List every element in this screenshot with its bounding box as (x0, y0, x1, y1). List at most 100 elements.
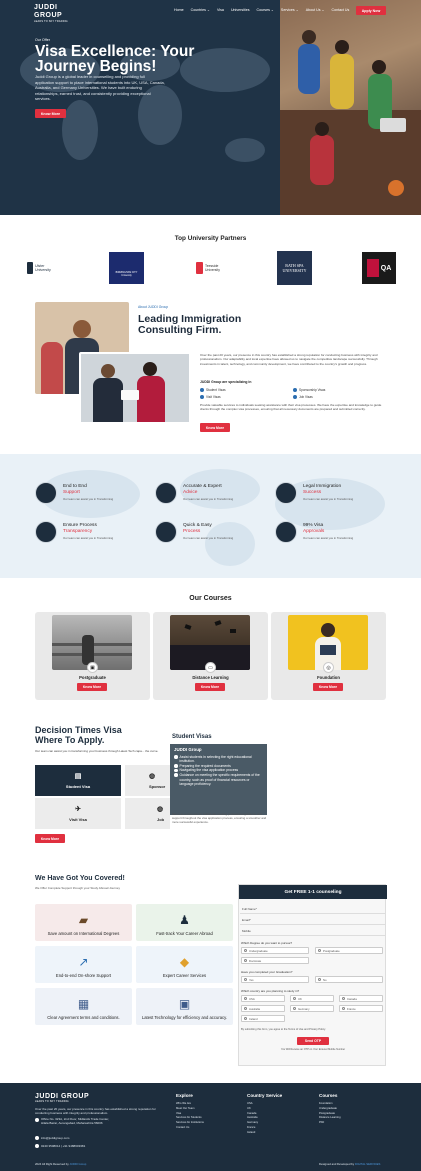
brand-logo[interactable]: JUDDI GROUP LEADS TO SKY TRADING (34, 4, 74, 23)
course-card-postgraduate[interactable]: ▣ Postgraduate Know More (35, 612, 150, 700)
brand-name: JUDDI GROUP (34, 4, 63, 19)
sponsor-visa-icon: ◍ (149, 773, 156, 780)
course-card-foundation[interactable]: ◎ Foundation Know More (271, 612, 386, 700)
passport-icon (35, 482, 57, 504)
chevron-down-icon: ⌄ (295, 8, 299, 12)
partner-logo-bathspa[interactable]: BATH SPA UNIVERSITY (277, 251, 312, 285)
copyright-brand-link[interactable]: JUDDI Group (70, 1162, 87, 1166)
footer-col-country: Country Service USA UK Canada Australia … (247, 1093, 282, 1136)
course-know-more-button[interactable]: Know More (77, 683, 107, 691)
visa-tile-job[interactable]: ◍ Job (125, 798, 170, 829)
immigration-icon (275, 482, 297, 504)
nav-item-countries[interactable]: Countries ⌄ (191, 8, 210, 12)
nav-item-visa[interactable]: Visa (217, 8, 224, 12)
option-yes[interactable]: Yes (241, 976, 309, 983)
nav-item-services[interactable]: Services ⌄ (281, 8, 299, 12)
course-name: Distance Learning (192, 675, 229, 680)
option-france[interactable]: France (339, 1005, 383, 1012)
feature-highlight: Success (303, 490, 322, 495)
check-circle-icon (200, 388, 204, 392)
feature-title: Quick & Easy (183, 523, 212, 528)
bullet-icon (174, 755, 178, 759)
about-know-more-button[interactable]: Know More (200, 423, 230, 432)
nav-item-universities[interactable]: Universities (231, 8, 250, 12)
students-photo (280, 0, 421, 215)
apply-now-button[interactable]: Apply Now (356, 6, 386, 15)
nav-item-about[interactable]: About Us ⌄ (306, 8, 325, 12)
option-postgraduate[interactable]: Postgraduate (315, 947, 383, 954)
feature-highlight: Support (63, 490, 80, 495)
visa-know-more-button[interactable]: Know More (35, 834, 65, 843)
option-usa[interactable]: USA (241, 995, 285, 1002)
covered-card-technology: ▣ Latest Technology for efficiency and ac… (136, 988, 233, 1025)
option-australia[interactable]: Australia (241, 1005, 285, 1012)
nav-item-courses[interactable]: Courses ⌄ (257, 8, 274, 12)
partner-logo-teesside[interactable]: Teesside University (193, 253, 228, 283)
ulster-emblem-icon (27, 262, 33, 274)
option-label: Postgraduate (323, 948, 340, 953)
footer-logo[interactable]: JUDDI GROUP LEADS TO SKY TRADING (35, 1093, 89, 1103)
about-paragraph-1: Over the past 20 years, our presence in … (200, 353, 378, 366)
covered-card-save: ▰ Save amount on International Degrees (35, 904, 132, 941)
send-otp-button[interactable]: Send OTP (297, 1037, 329, 1045)
page: Our Offer Visa Excellence: Your Journey … (0, 0, 421, 1171)
visa-tile-visit[interactable]: ✈ Visit Visa (35, 798, 121, 829)
radio-icon (244, 1007, 247, 1010)
course-know-more-button[interactable]: Know More (313, 683, 343, 691)
footer-email[interactable]: info@juddigroup.com (35, 1136, 69, 1140)
partner-name: Teesside University (205, 264, 220, 272)
footer-col-explore: Explore Who We Are Meet Our Team Visa Se… (176, 1093, 204, 1131)
check-sponsorship-visas: Sponsorship Visas (293, 388, 325, 392)
option-no[interactable]: No (315, 976, 383, 983)
check-job-visas: Job Visas (293, 395, 313, 399)
credit-brand-link[interactable]: DIGITAL SERVICES (355, 1162, 380, 1166)
option-canada[interactable]: Canada (339, 995, 383, 1002)
covered-card-agreement: ▦ Clear Agreement terms and conditions. (35, 988, 132, 1025)
partner-logo-ulster[interactable]: Ulster University (22, 253, 62, 283)
approval-icon (275, 521, 297, 543)
hero-know-more-button[interactable]: Know More (35, 109, 66, 118)
agreement-icon: ▦ (77, 997, 90, 1011)
option-doctorate[interactable]: Doctorate (241, 957, 309, 964)
option-germany[interactable]: Germany (290, 1005, 334, 1012)
feature-highlight: Process (183, 529, 201, 534)
course-know-more-button[interactable]: Know More (195, 683, 225, 691)
visa-title: Decision Times Visa Where To Apply. (35, 725, 155, 745)
visa-tile-sponsor[interactable]: ◍ Sponsor (125, 765, 170, 796)
option-label: Ireland (249, 1016, 258, 1021)
full-name-field[interactable]: Full Name* (240, 905, 386, 914)
partner-logo-birmingham[interactable]: BIRMINGHAM CITY University (109, 252, 144, 284)
counseling-form: Get FREE 1-1 counseling Full Name* Email… (238, 884, 387, 1066)
nav-item-home[interactable]: Home (174, 8, 184, 12)
chevron-down-icon: ⌄ (206, 8, 210, 12)
partner-logo-qa[interactable]: QA (362, 252, 396, 284)
radio-icon (342, 1007, 345, 1010)
top-nav: JUDDI GROUP LEADS TO SKY TRADING Home Co… (0, 0, 421, 23)
footer-link[interactable]: Contact Us (176, 1126, 204, 1131)
option-undergraduate[interactable]: Undergraduate (241, 947, 309, 954)
feature-quick-process: Quick & Easy Process Our team can assist y… (155, 521, 265, 545)
covered-label: Expert Career Services (162, 973, 207, 978)
nav-item-contact[interactable]: Contact Us (332, 8, 350, 12)
visa-tile-student[interactable]: ▤ Student Visa (35, 765, 121, 796)
mobile-field[interactable]: Mobile (240, 927, 386, 936)
footer-link[interactable]: PhD (319, 1121, 341, 1126)
footer-phone[interactable]: 0240 3508014 | +91 9488603381 (35, 1144, 85, 1148)
option-ireland[interactable]: Ireland (241, 1015, 285, 1022)
document-icon (35, 521, 57, 543)
radio-icon (244, 978, 247, 981)
visa-title-rest: Where To Apply. (35, 734, 105, 745)
feature-title: 99% Visa (303, 523, 324, 528)
chevron-down-icon: ⌄ (270, 8, 274, 12)
feature-end-to-end: End to End Support Our team can assist you… (35, 482, 145, 506)
footer-link[interactable]: Ireland (247, 1131, 282, 1136)
option-uk[interactable]: UK (290, 995, 334, 1002)
covered-subtitle: We Offer Complete Support through your S… (35, 886, 120, 890)
partners-title: Top University Partners (174, 235, 247, 242)
email-field[interactable]: Email* (240, 916, 386, 925)
footer-col-title: Explore (176, 1093, 193, 1098)
nav-item-label: About Us (305, 8, 321, 12)
covered-label: End-to-end On-shore Support (55, 973, 112, 978)
about-title: Leading Immigration Consulting Firm. (138, 313, 242, 336)
course-card-distance-learning[interactable]: ▭ Distance Learning Know More (153, 612, 268, 700)
